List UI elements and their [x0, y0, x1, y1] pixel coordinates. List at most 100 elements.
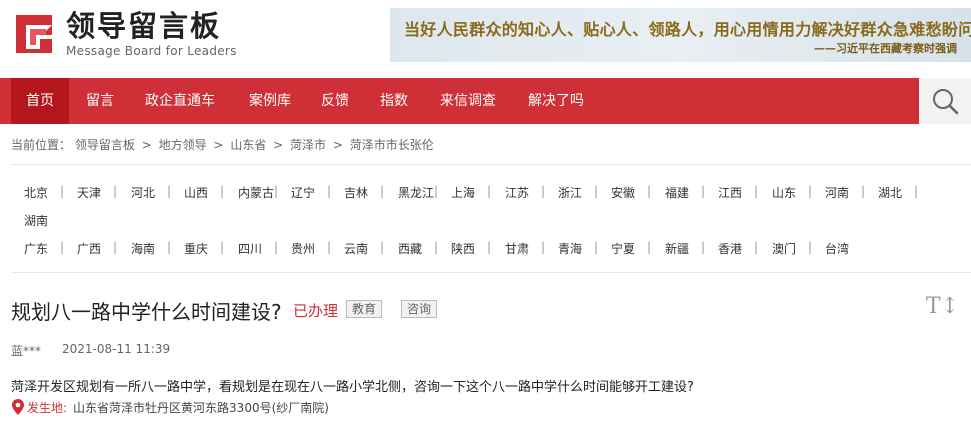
region-link[interactable]: 江苏	[505, 184, 529, 201]
region-link[interactable]: 海南	[131, 240, 155, 257]
search-button[interactable]	[919, 78, 971, 124]
region-separator: |	[808, 184, 813, 198]
tag-badge[interactable]: 教育	[346, 300, 383, 318]
breadcrumb-item[interactable]: 领导留言板	[75, 138, 135, 152]
divider	[11, 164, 971, 165]
region-link[interactable]: 湖北	[878, 184, 902, 201]
region-separator: |	[434, 184, 439, 198]
nav-survey[interactable]: 来信调查	[440, 78, 496, 124]
region-link[interactable]: 安徽	[611, 184, 635, 201]
region-link[interactable]: 北京	[24, 184, 48, 201]
region-link[interactable]: 四川	[238, 240, 262, 257]
banner-quote: 当好人民群众的知心人、贴心人、领路人，用心用情用力解决好群众急难愁盼问题。	[404, 20, 971, 39]
region-separator: |	[914, 184, 919, 198]
nav-messages[interactable]: 留言	[86, 78, 114, 124]
region-link[interactable]: 浙江	[558, 184, 582, 201]
region-link[interactable]: 山西	[184, 184, 208, 201]
region-separator: |	[487, 184, 492, 198]
region-separator: |	[327, 240, 332, 254]
region-separator: |	[701, 240, 706, 254]
site-title: 领导留言板	[66, 9, 222, 43]
region-separator: |	[380, 184, 385, 198]
region-separator: |	[220, 184, 225, 198]
location-value: 山东省菏泽市牡丹区黄河东路3300号(纱厂南院)	[73, 400, 329, 415]
region-link[interactable]: 山东	[772, 184, 796, 201]
region-separator: |	[167, 184, 172, 198]
region-separator: |	[167, 240, 172, 254]
region-separator: |	[754, 240, 759, 254]
message-body: 菏泽开发区规划有一所八一路中学，看规划是在现在八一路小学北侧，咨询一下这个八一路…	[11, 380, 694, 395]
region-link[interactable]: 台湾	[825, 240, 849, 257]
tag-badge[interactable]: 咨询	[401, 300, 438, 318]
breadcrumb: 当前位置： 领导留言板 > 地方领导 > 山东省 > 菏泽市 > 菏泽市市长张伦	[11, 138, 434, 152]
region-separator: |	[594, 240, 599, 254]
site-subtitle: Message Board for Leaders	[66, 44, 237, 58]
breadcrumb-label: 当前位置：	[11, 138, 72, 152]
message-title: 规划八一路中学什么时间建设?	[11, 300, 282, 324]
region-link[interactable]: 吉林	[344, 184, 368, 201]
location-pin-icon	[12, 399, 24, 415]
region-separator: |	[327, 184, 332, 198]
region-link[interactable]: 宁夏	[611, 240, 635, 257]
region-separator: |	[434, 240, 439, 254]
breadcrumb-item[interactable]: 地方领导	[159, 138, 207, 152]
post-time: 2021-08-11 11:39	[62, 342, 171, 356]
region-link[interactable]: 新疆	[665, 240, 689, 257]
nav-resolved[interactable]: 解决了吗	[528, 78, 584, 124]
region-separator: |	[487, 240, 492, 254]
quote-banner: 当好人民群众的知心人、贴心人、领路人，用心用情用力解决好群众急难愁盼问题。 ——…	[390, 8, 971, 62]
nav-cases[interactable]: 案例库	[249, 78, 291, 124]
region-link[interactable]: 湖南	[24, 212, 48, 229]
region-link[interactable]: 江西	[718, 184, 742, 201]
region-separator: |	[113, 240, 118, 254]
region-link[interactable]: 内蒙古	[238, 184, 274, 201]
region-link[interactable]: 澳门	[772, 240, 796, 257]
region-separator: |	[60, 240, 65, 254]
region-separator: |	[647, 184, 652, 198]
region-link[interactable]: 天津	[77, 184, 101, 201]
site-logo[interactable]: 领导留言板 Message Board for Leaders	[12, 10, 237, 58]
region-separator: |	[808, 240, 813, 254]
banner-attribution: ——习近平在西藏考察时强调	[814, 42, 957, 55]
region-link[interactable]: 甘肃	[505, 240, 529, 257]
nav-enterprise[interactable]: 政企直通车	[145, 78, 215, 124]
region-link[interactable]: 云南	[344, 240, 368, 257]
breadcrumb-item[interactable]: 菏泽市	[290, 138, 326, 152]
region-link[interactable]: 重庆	[184, 240, 208, 257]
region-separator: |	[861, 184, 866, 198]
region-separator: |	[274, 184, 279, 198]
nav-feedback[interactable]: 反馈	[321, 78, 349, 124]
region-separator: |	[274, 240, 279, 254]
author: 蓝***	[11, 344, 42, 358]
region-link[interactable]: 上海	[451, 184, 475, 201]
region-link[interactable]: 贵州	[291, 240, 315, 257]
region-link[interactable]: 香港	[718, 240, 742, 257]
breadcrumb-item[interactable]: 菏泽市市长张伦	[350, 138, 434, 152]
font-size-icon[interactable]: T↕	[926, 294, 959, 319]
main-nav: 首页 留言 政企直通车 案例库 反馈 指数 来信调查 解决了吗	[0, 78, 971, 124]
region-link[interactable]: 河北	[131, 184, 155, 201]
nav-home[interactable]: 首页	[11, 78, 69, 124]
divider	[11, 272, 971, 273]
region-link[interactable]: 广西	[77, 240, 101, 257]
region-link[interactable]: 福建	[665, 184, 689, 201]
region-separator: |	[220, 240, 225, 254]
location-label: 发生地:	[27, 400, 68, 415]
region-link[interactable]: 青海	[558, 240, 582, 257]
region-link[interactable]: 陕西	[451, 240, 475, 257]
status-badge: 已办理	[293, 302, 339, 320]
region-separator: |	[113, 184, 118, 198]
breadcrumb-item[interactable]: 山东省	[230, 138, 266, 152]
region-link[interactable]: 辽宁	[291, 184, 315, 201]
site-header: 领导留言板 Message Board for Leaders 当好人民群众的知…	[0, 0, 971, 78]
region-separator: |	[701, 184, 706, 198]
region-link[interactable]: 西藏	[398, 240, 422, 257]
region-separator: |	[60, 184, 65, 198]
region-link[interactable]: 广东	[24, 240, 48, 257]
logo-mark-icon	[12, 11, 58, 57]
nav-index[interactable]: 指数	[380, 78, 408, 124]
region-separator: |	[380, 240, 385, 254]
region-link[interactable]: 黑龙江	[398, 184, 434, 201]
region-link[interactable]: 河南	[825, 184, 849, 201]
search-icon	[933, 89, 959, 115]
